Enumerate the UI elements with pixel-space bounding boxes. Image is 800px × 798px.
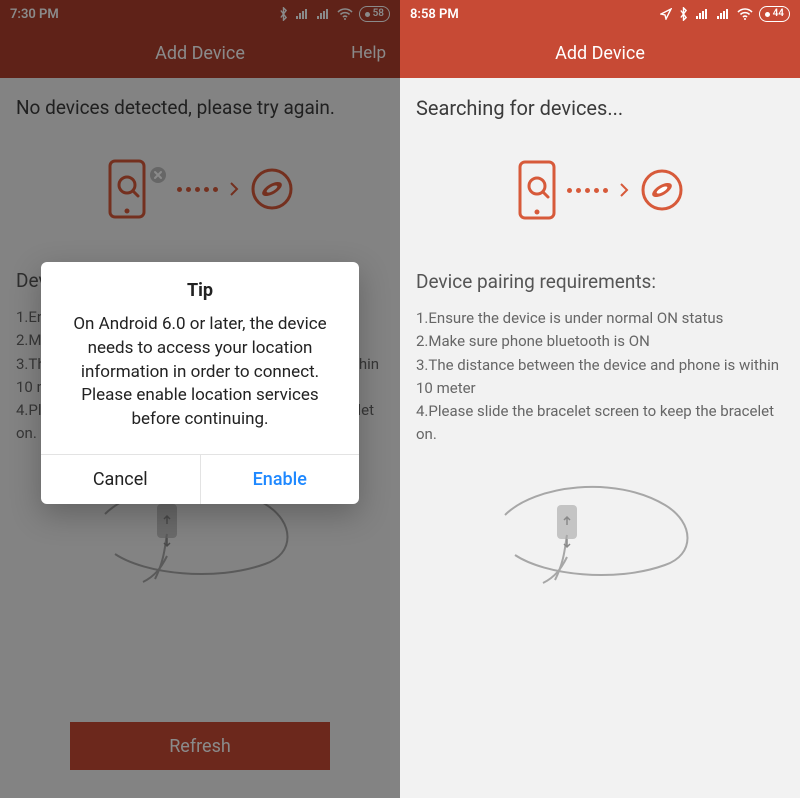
- requirement-item: 2.Make sure phone bluetooth is ON: [416, 330, 784, 353]
- app-header: Add Device: [400, 28, 800, 78]
- left-screenshot: 7:30 PM 58 Add Device Help No devices de…: [0, 0, 400, 798]
- cancel-button[interactable]: Cancel: [41, 455, 201, 504]
- bracelet-icon: [640, 168, 684, 212]
- right-header-block: 8:58 PM 44 Add Device: [400, 0, 800, 78]
- requirements-title: Device pairing requirements:: [416, 270, 784, 293]
- status-icons: 44: [660, 6, 790, 22]
- phone-icon: [517, 160, 557, 220]
- pairing-graphic: [416, 160, 784, 220]
- enable-button[interactable]: Enable: [201, 455, 360, 504]
- requirement-item: 4.Please slide the bracelet screen to ke…: [416, 400, 784, 447]
- requirement-item: 3.The distance between the device and ph…: [416, 354, 784, 401]
- search-status: Searching for devices...: [416, 96, 784, 120]
- bluetooth-icon: [678, 7, 689, 21]
- signal-icon-2: [716, 8, 731, 20]
- battery-indicator: 44: [759, 6, 790, 22]
- page-title: Add Device: [555, 43, 645, 64]
- wifi-icon: [737, 8, 753, 20]
- requirements-list: 1.Ensure the device is under normal ON s…: [416, 307, 784, 447]
- signal-icon-1: [695, 8, 710, 20]
- right-screenshot: 8:58 PM 44 Add Device Searching for devi…: [400, 0, 800, 798]
- requirement-item: 1.Ensure the device is under normal ON s…: [416, 307, 784, 330]
- dialog-actions: Cancel Enable: [41, 454, 359, 504]
- dialog-title: Tip: [41, 262, 359, 307]
- right-content: Searching for devices...: [400, 78, 800, 603]
- location-icon: [660, 8, 672, 20]
- chevron-right-icon: [618, 182, 630, 198]
- tip-dialog: Tip On Android 6.0 or later, the device …: [41, 262, 359, 504]
- status-time: 8:58 PM: [410, 7, 459, 22]
- wrist-illustration: [416, 465, 784, 585]
- connection-dots: [567, 188, 608, 193]
- battery-level: 44: [773, 7, 784, 21]
- status-bar: 8:58 PM 44: [400, 0, 800, 28]
- dialog-body: On Android 6.0 or later, the device need…: [41, 307, 359, 454]
